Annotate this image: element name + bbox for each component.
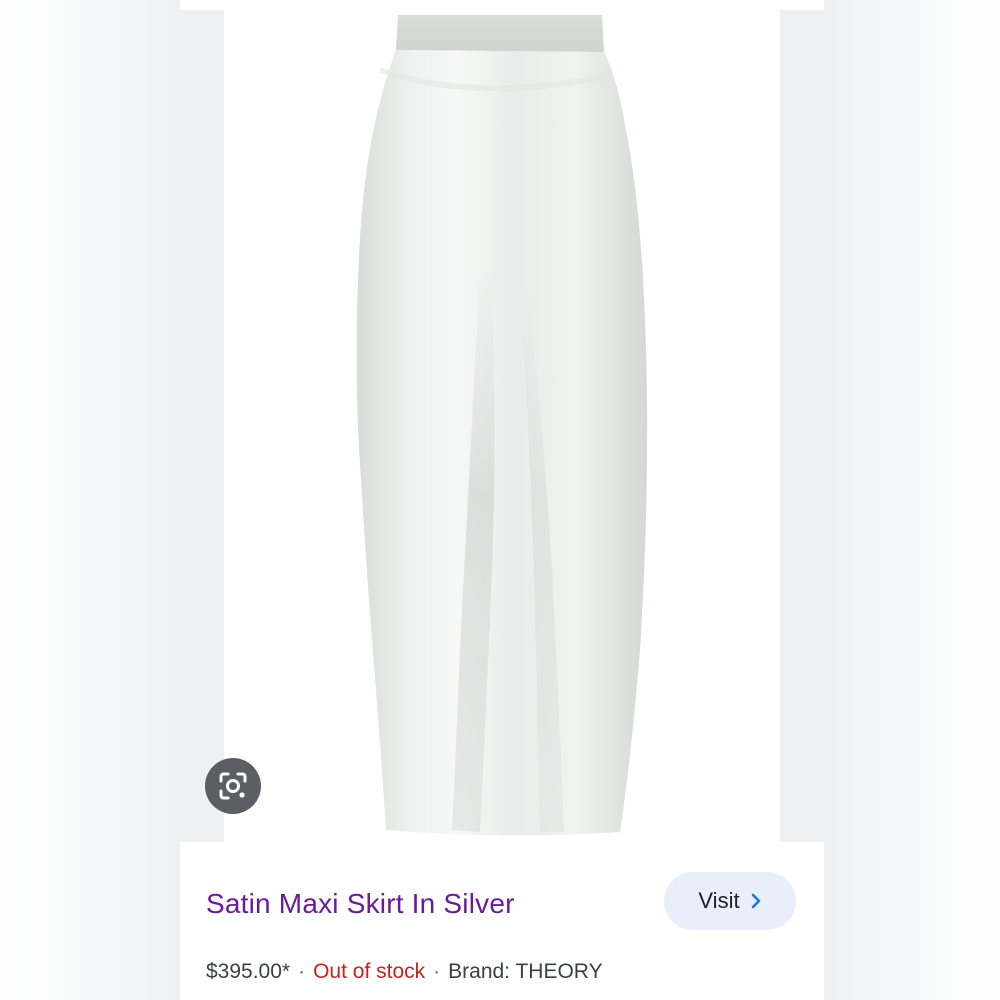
google-lens-icon [219,772,247,800]
skirt-image [356,15,648,836]
stock-status: Out of stock [313,960,426,983]
google-lens-button[interactable] [205,758,261,814]
product-title[interactable]: Satin Maxi Skirt In Silver [206,888,515,920]
product-card[interactable]: Satin Maxi Skirt In Silver Visit $395.00… [180,10,824,1000]
page-background-right [824,0,1000,1000]
page-background-left [0,0,180,1000]
product-meta: $395.00* · Out of stock · Brand: THEORY [206,960,603,984]
price: $395.00* [206,960,291,983]
separator: · [298,960,306,983]
visit-button[interactable]: Visit [664,872,796,930]
separator: · [433,960,441,983]
skirt-body [356,50,648,836]
skirt-waistband [396,15,604,52]
brand-label: Brand: THEORY [448,960,603,983]
chevron-right-icon [751,893,760,909]
product-image[interactable] [180,10,824,842]
visit-button-label: Visit [698,888,740,913]
